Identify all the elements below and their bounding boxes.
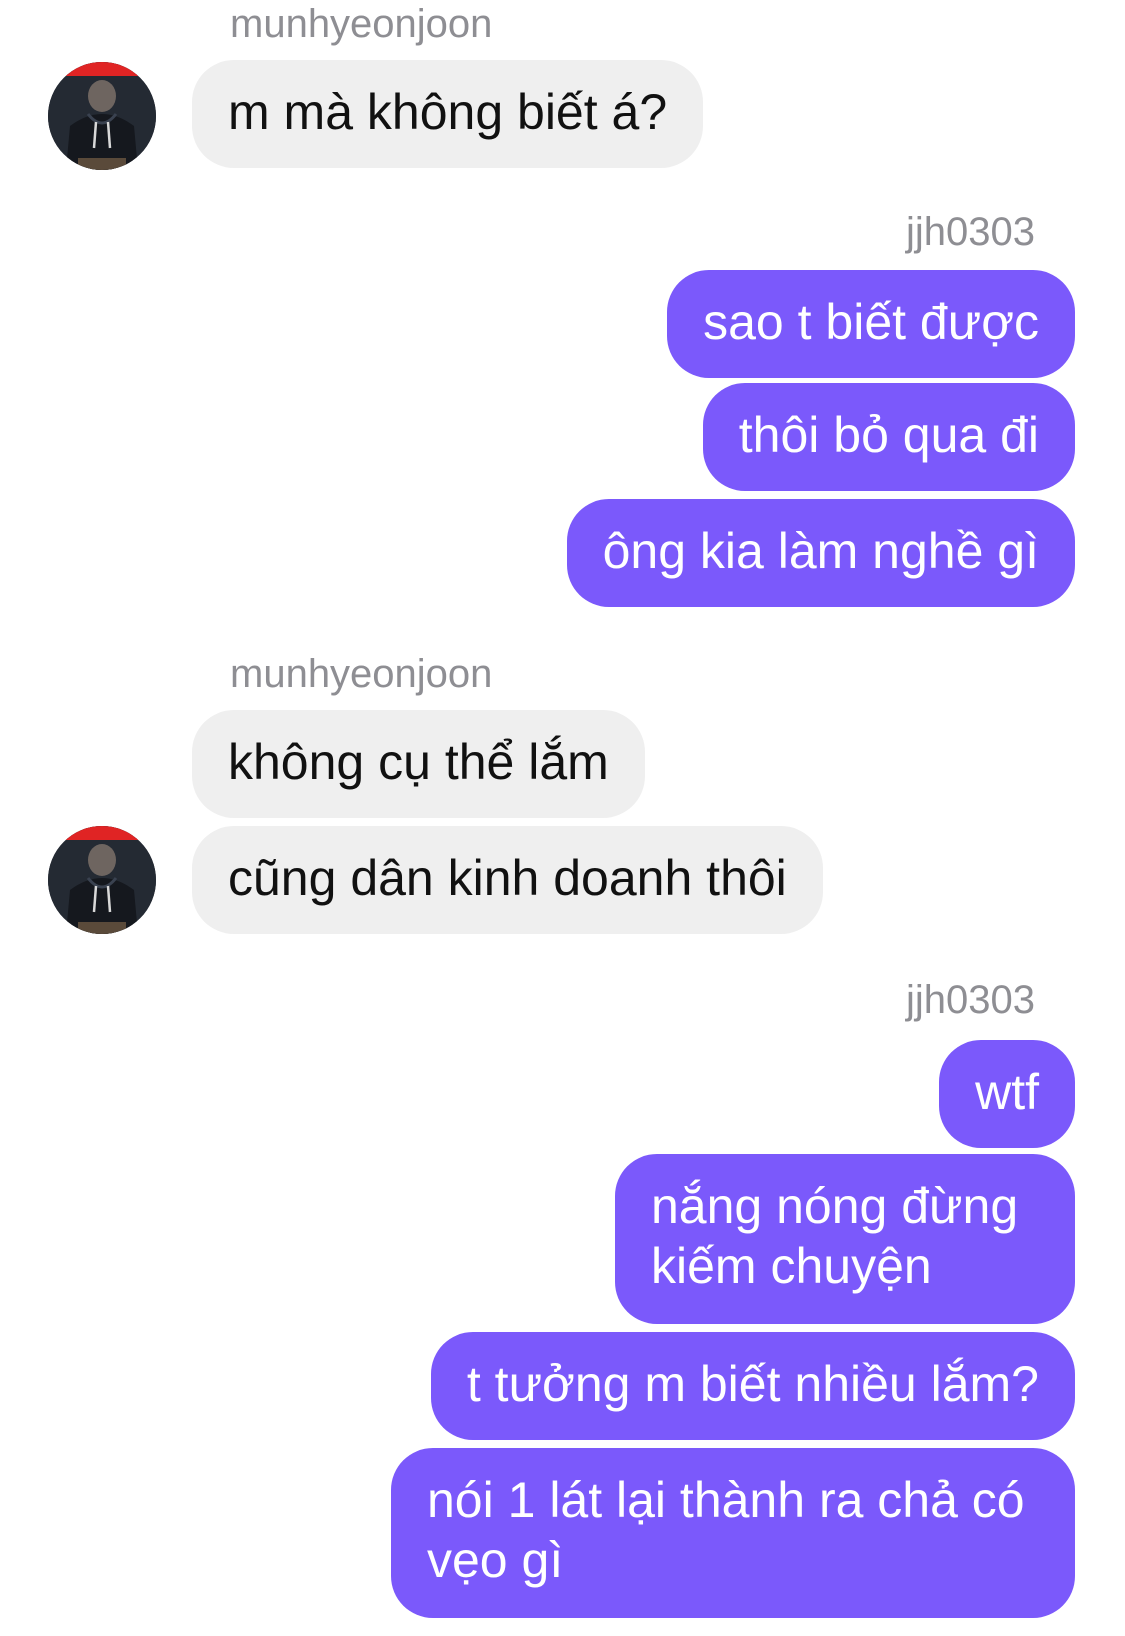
sender-name: jjh0303 [905, 210, 1035, 254]
sender-name: munhyeonjoon [230, 652, 493, 696]
sender-name: munhyeonjoon [230, 2, 493, 46]
user-avatar-icon [48, 826, 156, 934]
sender-name: jjh0303 [905, 978, 1035, 1022]
message-bubble-incoming[interactable]: không cụ thể lắm [192, 710, 645, 818]
avatar[interactable] [48, 62, 156, 170]
avatar[interactable] [48, 826, 156, 934]
message-bubble-outgoing[interactable]: ông kia làm nghề gì [566, 499, 1075, 607]
message-bubble-outgoing[interactable]: nắng nóng đừng kiếm chuyện [615, 1154, 1075, 1324]
message-bubble-outgoing[interactable]: wtf [939, 1040, 1075, 1148]
chat-thread: munhyeonjoon m mà không biết á? jjh0303 … [0, 0, 1125, 1636]
message-bubble-outgoing[interactable]: thôi bỏ qua đi [702, 383, 1075, 491]
message-bubble-outgoing[interactable]: nói 1 lát lại thành ra chả có vẹo gì [391, 1448, 1075, 1618]
user-avatar-icon [48, 62, 156, 170]
message-bubble-outgoing[interactable]: t tưởng m biết nhiều lắm? [430, 1332, 1075, 1440]
message-bubble-incoming[interactable]: m mà không biết á? [192, 60, 704, 168]
message-bubble-outgoing[interactable]: sao t biết được [667, 270, 1075, 378]
message-bubble-incoming[interactable]: cũng dân kinh doanh thôi [192, 826, 823, 934]
